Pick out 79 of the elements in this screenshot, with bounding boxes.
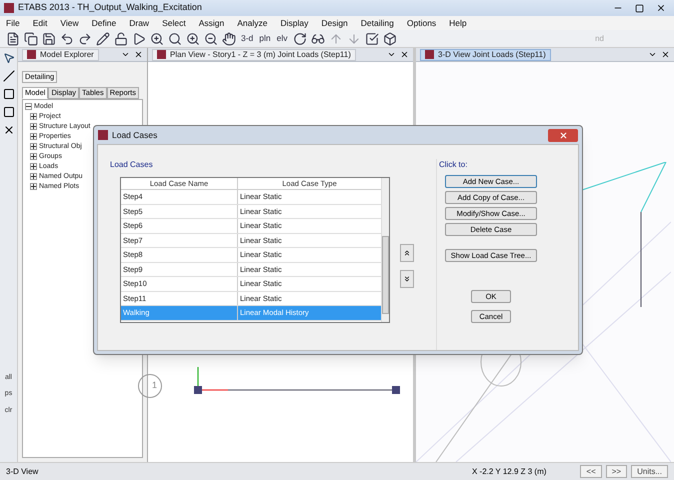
- expand-icon[interactable]: [30, 142, 37, 150]
- status-text: 3-D View: [6, 466, 38, 478]
- run-icon[interactable]: [132, 32, 146, 46]
- glasses-icon[interactable]: [310, 32, 325, 46]
- close-icon[interactable]: [661, 50, 670, 59]
- app-icon: [157, 50, 166, 59]
- menu-item[interactable]: Edit: [32, 16, 48, 30]
- dialog-title: Load Cases: [112, 128, 158, 142]
- dropdown-icon[interactable]: [121, 50, 130, 59]
- expand-icon[interactable]: [30, 162, 37, 170]
- app-icon: [27, 50, 36, 59]
- close-icon: [558, 130, 568, 140]
- expand-icon[interactable]: [30, 122, 37, 130]
- zoom-in-icon[interactable]: [150, 32, 164, 46]
- app-icon: [425, 50, 434, 59]
- maximize-icon[interactable]: [635, 4, 644, 12]
- window-title: ETABS 2013 - TH_Output_Walking_Excitation: [18, 1, 202, 14]
- save-icon[interactable]: [42, 32, 56, 46]
- menu-item[interactable]: Assign: [198, 16, 224, 30]
- dropdown-icon[interactable]: [648, 50, 657, 59]
- lock-icon[interactable]: [114, 32, 128, 46]
- app-icon: [98, 130, 108, 140]
- new-file-icon[interactable]: [6, 32, 20, 46]
- move-down-button[interactable]: [400, 270, 414, 288]
- expand-icon[interactable]: [30, 112, 37, 120]
- menu-item[interactable]: Select: [162, 16, 186, 30]
- zoom-out-icon[interactable]: [204, 32, 218, 46]
- redo-icon[interactable]: [78, 32, 92, 46]
- collapse-icon[interactable]: [25, 102, 32, 110]
- pencil-icon[interactable]: [96, 32, 110, 46]
- pan-icon[interactable]: [222, 32, 236, 46]
- view-button[interactable]: pln: [258, 32, 272, 45]
- status-button[interactable]: <<: [580, 465, 602, 478]
- box-icon[interactable]: [382, 32, 397, 46]
- menu-item[interactable]: Detailing: [360, 16, 394, 30]
- checkbox-icon[interactable]: [364, 32, 379, 46]
- grid-bubble: 1: [138, 374, 162, 398]
- pane-tab[interactable]: Plan View - Story1 - Z = 3 (m) Joint Loads (Step11): [152, 48, 356, 60]
- app-icon: [4, 3, 14, 13]
- rotate-icon[interactable]: [292, 32, 307, 46]
- expand-icon[interactable]: [30, 172, 37, 180]
- search-icon[interactable]: [168, 32, 182, 46]
- pane-tab[interactable]: 3-D View Joint Loads (Step11): [420, 48, 551, 60]
- menu-item[interactable]: Design: [321, 16, 348, 30]
- menu-item[interactable]: View: [60, 16, 79, 30]
- close-icon[interactable]: [134, 50, 143, 59]
- view-button[interactable]: elv: [276, 32, 289, 45]
- close-button[interactable]: [548, 128, 578, 142]
- view-button[interactable]: 3-d: [240, 32, 254, 45]
- double-chevron-up-icon: [403, 249, 411, 257]
- double-chevron-down-icon: [403, 275, 411, 283]
- scrollbar[interactable]: [381, 178, 389, 322]
- expand-icon[interactable]: [30, 182, 37, 190]
- menu-item[interactable]: Help: [449, 16, 467, 30]
- close-icon[interactable]: [400, 50, 409, 59]
- rectangle-icon[interactable]: [2, 106, 14, 118]
- menu-item[interactable]: Define: [92, 16, 116, 30]
- dropdown-icon[interactable]: [387, 50, 396, 59]
- group-label: Load Cases: [110, 159, 154, 171]
- line-icon[interactable]: [2, 70, 14, 82]
- zoom-in-icon[interactable]: [186, 32, 200, 46]
- menu-item[interactable]: Display: [280, 16, 308, 30]
- coordinates-text: X -2.2 Y 12.9 Z 3 (m): [472, 466, 546, 478]
- expand-icon[interactable]: [30, 152, 37, 160]
- menu-item[interactable]: Draw: [129, 16, 150, 30]
- close-icon[interactable]: [656, 3, 666, 13]
- cross-icon[interactable]: [2, 124, 14, 136]
- pointer-icon[interactable]: [2, 52, 14, 64]
- expand-icon[interactable]: [30, 132, 37, 140]
- menu-item[interactable]: File: [6, 16, 20, 30]
- move-up-button[interactable]: [400, 244, 414, 262]
- pane-tab[interactable]: Model Explorer: [22, 48, 99, 60]
- menu-item[interactable]: Analyze: [237, 16, 268, 30]
- menu-item[interactable]: Options: [406, 16, 436, 30]
- undo-icon[interactable]: [60, 32, 74, 46]
- status-button[interactable]: Units...: [631, 465, 668, 478]
- status-button[interactable]: >>: [606, 465, 628, 478]
- group-label: Click to:: [439, 159, 468, 171]
- rectangle-icon[interactable]: [2, 88, 14, 100]
